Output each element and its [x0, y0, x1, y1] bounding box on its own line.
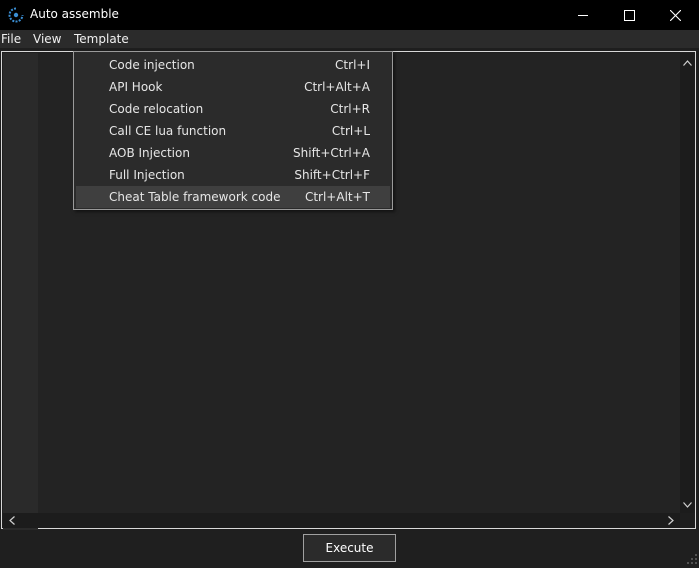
- menu-item-aob-injection[interactable]: AOB Injection Shift+Ctrl+A: [76, 142, 390, 164]
- menu-bar: File View Template: [0, 30, 699, 48]
- menu-item-label: Full Injection: [109, 168, 185, 182]
- template-dropdown-menu: Code injection Ctrl+I API Hook Ctrl+Alt+…: [73, 51, 393, 210]
- menu-item-shortcut: Ctrl+R: [330, 102, 370, 116]
- scroll-left-icon[interactable]: [4, 513, 19, 528]
- footer-bar: Execute: [0, 530, 699, 566]
- execute-button[interactable]: Execute: [303, 534, 396, 562]
- menu-item-label: Cheat Table framework code: [109, 190, 281, 204]
- maximize-icon: [623, 9, 635, 21]
- close-icon: [669, 9, 681, 21]
- scroll-up-icon[interactable]: [680, 55, 695, 70]
- menu-item-shortcut: Ctrl+I: [335, 58, 370, 72]
- title-bar[interactable]: Auto assemble: [0, 0, 699, 30]
- maximize-button[interactable]: [606, 0, 652, 30]
- menu-item-cheat-table-framework-code[interactable]: Cheat Table framework code Ctrl+Alt+T: [76, 186, 390, 208]
- menu-item-label: API Hook: [109, 80, 163, 94]
- menu-item-label: Code relocation: [109, 102, 204, 116]
- menu-item-shortcut: Shift+Ctrl+A: [293, 146, 370, 160]
- menu-item-shortcut: Ctrl+Alt+A: [304, 80, 370, 94]
- minimize-button[interactable]: [560, 0, 606, 30]
- menu-view[interactable]: View: [33, 30, 61, 48]
- menu-item-call-ce-lua-function[interactable]: Call CE lua function Ctrl+L: [76, 120, 390, 142]
- cheat-engine-icon: [8, 7, 24, 23]
- horizontal-scrollbar[interactable]: [3, 513, 680, 528]
- menu-item-api-hook[interactable]: API Hook Ctrl+Alt+A: [76, 76, 390, 98]
- window-title: Auto assemble: [30, 7, 119, 21]
- minimize-icon: [577, 10, 589, 21]
- menu-item-full-injection[interactable]: Full Injection Shift+Ctrl+F: [76, 164, 390, 186]
- line-number-gutter: [3, 53, 38, 561]
- menu-item-shortcut: Ctrl+L: [331, 124, 370, 138]
- menu-file[interactable]: File: [1, 30, 21, 48]
- menu-template[interactable]: Template: [74, 30, 129, 48]
- resize-grip-icon[interactable]: [686, 553, 698, 565]
- vertical-scrollbar[interactable]: [680, 53, 695, 513]
- menu-item-shortcut: Ctrl+Alt+T: [304, 190, 370, 204]
- scroll-right-icon[interactable]: [663, 513, 678, 528]
- menu-item-label: Code injection: [109, 58, 195, 72]
- menu-item-label: AOB Injection: [109, 146, 190, 160]
- menu-item-code-injection[interactable]: Code injection Ctrl+I: [76, 54, 390, 76]
- scroll-down-icon[interactable]: [680, 497, 695, 512]
- menu-item-code-relocation[interactable]: Code relocation Ctrl+R: [76, 98, 390, 120]
- close-button[interactable]: [652, 0, 698, 30]
- menu-item-label: Call CE lua function: [109, 124, 227, 138]
- menu-item-shortcut: Shift+Ctrl+F: [294, 168, 370, 182]
